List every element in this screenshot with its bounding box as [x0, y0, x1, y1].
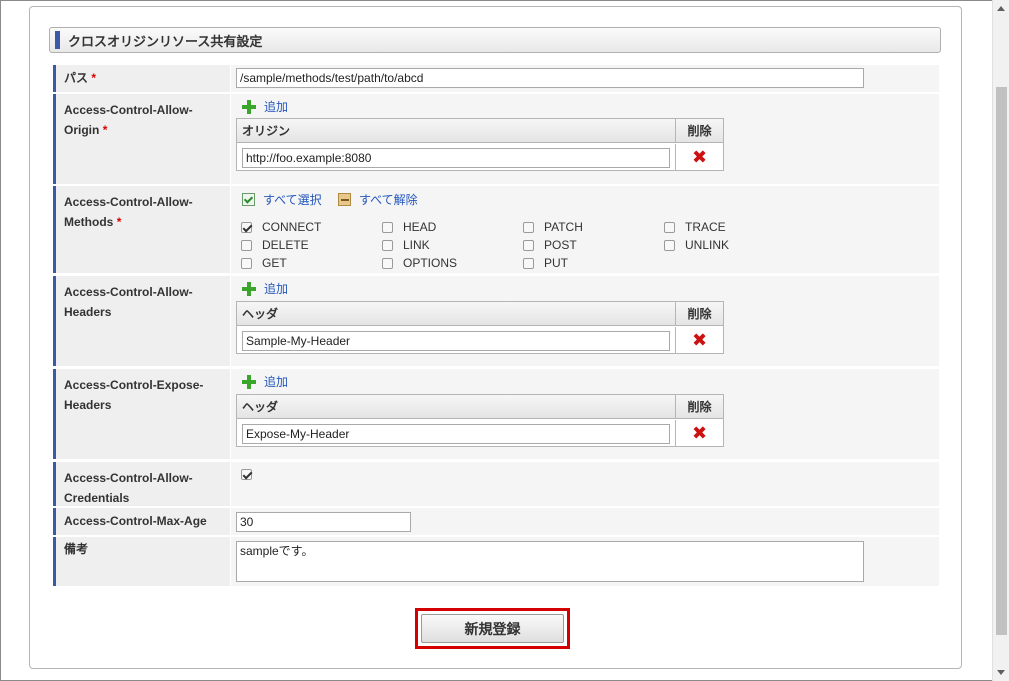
allow-headers-col-header: ヘッダ [237, 302, 675, 326]
plus-icon [242, 374, 256, 389]
checkbox-icon [664, 239, 675, 251]
row-note: 備考 sampleです。 [53, 537, 967, 586]
method-checkbox-connect[interactable]: CONNECT [241, 220, 321, 234]
allow-header-delete-button[interactable]: ✖ [675, 327, 723, 353]
method-checkbox-link[interactable]: LINK [382, 238, 430, 252]
row-path: パス * [53, 65, 967, 92]
checkbox-icon [523, 221, 534, 233]
section-header: クロスオリジンリソース共有設定 [49, 27, 941, 53]
expose-header-delete-button[interactable]: ✖ [675, 420, 723, 446]
path-input[interactable] [236, 68, 864, 88]
expose-headers-add-button[interactable]: 追加 [242, 373, 288, 390]
max-age-label: Access-Control-Max-Age [53, 508, 230, 535]
checkbox-icon [382, 239, 393, 251]
section-title: クロスオリジンリソース共有設定 [68, 33, 263, 49]
vertical-scrollbar[interactable] [992, 0, 1009, 681]
checkbox-icon [241, 221, 252, 233]
expose-headers-del-header: 削除 [675, 395, 723, 419]
method-checkbox-put[interactable]: PUT [523, 256, 568, 270]
deselect-all-button[interactable]: すべて解除 [338, 191, 418, 208]
row-max-age: Access-Control-Max-Age [53, 508, 967, 535]
origin-add-button[interactable]: 追加 [242, 98, 288, 115]
plus-icon [242, 99, 256, 114]
allow-headers-del-header: 削除 [675, 302, 723, 326]
delete-x-icon: ✖ [691, 423, 708, 443]
method-checkbox-delete[interactable]: DELETE [241, 238, 309, 252]
expose-headers-table: ヘッダ 削除 ✖ [236, 394, 724, 447]
allow-headers-add-button[interactable]: 追加 [242, 280, 288, 297]
row-origin: Access-Control-Allow- Origin * 追加 オリジン 削… [53, 94, 967, 184]
scroll-up-icon[interactable] [997, 6, 1005, 11]
plus-icon [242, 281, 256, 296]
method-checkbox-trace[interactable]: TRACE [664, 220, 726, 234]
checkbox-icon [523, 239, 534, 251]
checkbox-icon [664, 221, 675, 233]
credentials-label: Access-Control-Allow- Credentials [53, 462, 230, 506]
origin-delete-button[interactable]: ✖ [675, 144, 723, 170]
checkbox-icon [241, 257, 252, 269]
methods-label: Access-Control-Allow- Methods * [53, 186, 230, 273]
row-allow-headers: Access-Control-Allow- Headers 追加 ヘッダ 削除 … [53, 276, 967, 366]
select-all-icon [242, 193, 255, 206]
checkbox-icon [241, 239, 252, 251]
note-textarea[interactable]: sampleです。 [236, 541, 864, 582]
method-checkbox-options[interactable]: OPTIONS [382, 256, 457, 270]
deselect-all-icon [338, 193, 351, 206]
allow-headers-table: ヘッダ 削除 ✖ [236, 301, 724, 354]
origin-del-header: 削除 [675, 119, 723, 143]
origin-label: Access-Control-Allow- Origin * [53, 94, 230, 184]
origin-input[interactable] [242, 148, 670, 168]
delete-x-icon: ✖ [691, 147, 708, 167]
checkbox-icon [523, 257, 534, 269]
origin-table: オリジン 削除 ✖ [236, 118, 724, 171]
expose-headers-col-header: ヘッダ [237, 395, 675, 419]
credentials-checkbox[interactable] [241, 469, 262, 480]
scroll-thumb[interactable] [996, 87, 1007, 635]
max-age-input[interactable] [236, 512, 411, 532]
method-checkbox-patch[interactable]: PATCH [523, 220, 583, 234]
note-label: 備考 [53, 537, 230, 586]
scroll-down-icon[interactable] [997, 670, 1005, 675]
checkbox-icon [382, 221, 393, 233]
select-all-button[interactable]: すべて選択 [242, 191, 322, 208]
method-checkbox-head[interactable]: HEAD [382, 220, 436, 234]
origin-col-header: オリジン [237, 119, 675, 143]
allow-headers-label: Access-Control-Allow- Headers [53, 276, 230, 366]
expose-headers-label: Access-Control-Expose- Headers [53, 369, 230, 459]
delete-x-icon: ✖ [691, 330, 708, 350]
checkbox-icon [241, 469, 252, 480]
path-label: パス * [53, 65, 230, 92]
allow-header-input[interactable] [242, 331, 670, 351]
method-checkbox-post[interactable]: POST [523, 238, 577, 252]
submit-highlight: 新規登録 [415, 608, 570, 649]
row-credentials: Access-Control-Allow- Credentials [53, 462, 967, 506]
section-accent-bar [55, 31, 60, 49]
required-mark: * [91, 71, 97, 85]
register-button[interactable]: 新規登録 [421, 614, 564, 643]
method-checkbox-get[interactable]: GET [241, 256, 287, 270]
row-methods: Access-Control-Allow- Methods * すべて選択 すべ… [53, 186, 967, 273]
checkbox-icon [382, 257, 393, 269]
method-checkbox-unlink[interactable]: UNLINK [664, 238, 729, 252]
expose-header-input[interactable] [242, 424, 670, 444]
row-expose-headers: Access-Control-Expose- Headers 追加 ヘッダ 削除… [53, 369, 967, 459]
